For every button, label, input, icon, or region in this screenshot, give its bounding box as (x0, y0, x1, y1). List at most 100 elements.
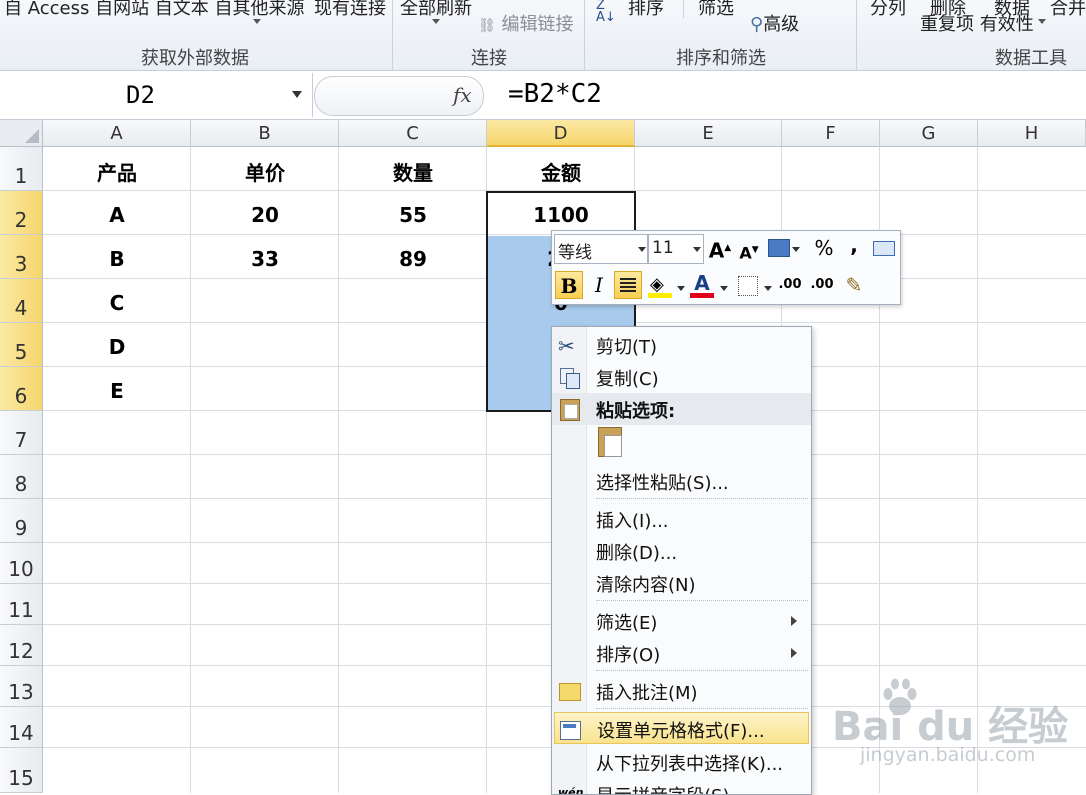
column-header-e[interactable]: E (635, 120, 782, 147)
cell-d1[interactable]: 金额 (487, 157, 635, 186)
row-header-1[interactable]: 1 (0, 147, 43, 191)
formula-input[interactable]: =B2*C2 (508, 79, 602, 109)
comma-style-button[interactable]: , (840, 231, 868, 259)
row-header-8[interactable]: 8 (0, 455, 43, 499)
fill-color-button[interactable]: ◈ (646, 271, 674, 299)
cell-c2[interactable]: 55 (339, 203, 487, 227)
borders-button[interactable] (734, 271, 762, 299)
cell-b1[interactable]: 单价 (191, 157, 339, 186)
sources-dropdown-icon[interactable] (253, 19, 261, 24)
refresh-dropdown-icon[interactable] (432, 19, 440, 24)
menu-item-cut[interactable]: ✂ 剪切(T) (552, 329, 811, 361)
column-header-h[interactable]: H (978, 120, 1086, 147)
column-header-c[interactable]: C (339, 120, 487, 147)
font-size-dropdown[interactable]: 11 (648, 234, 704, 264)
menu-item-clear-contents[interactable]: 清除内容(N) (552, 567, 811, 599)
sort-az-icon[interactable]: Z A↓ (596, 0, 616, 24)
font-color-icon: A (694, 271, 710, 295)
cell-a3[interactable]: B (43, 247, 191, 271)
font-color-dropdown-icon[interactable] (720, 286, 728, 291)
menu-item-filter[interactable]: 筛选(E) (552, 605, 811, 637)
grow-font-button[interactable]: A▲ (706, 234, 734, 263)
cell-a6[interactable]: E (43, 379, 191, 403)
row-header-6[interactable]: 6 (0, 367, 43, 411)
shrink-font-button[interactable]: A▼ (735, 236, 763, 264)
row-header-15[interactable]: 15 (0, 748, 43, 793)
menu-item-pick-from-list[interactable]: 从下拉列表中选择(K)... (552, 746, 811, 778)
column-header-g[interactable]: G (880, 120, 978, 147)
format-painter-button[interactable]: ✎ (840, 271, 868, 299)
cell-c1[interactable]: 数量 (339, 157, 487, 186)
refresh-all-button[interactable]: 全部刷新 (400, 0, 472, 20)
cell-a5[interactable]: D (43, 335, 191, 359)
menu-item-paste-special[interactable]: 选择性粘贴(S)... (552, 465, 811, 497)
filter-button[interactable]: 筛选 (698, 0, 734, 20)
duplicates-validity-buttons[interactable]: 重复项 有效性 (920, 10, 1034, 36)
advanced-filter-button[interactable]: ⚲高级 (750, 10, 799, 36)
paintbrush-icon: ✎ (845, 273, 863, 297)
merge-center-button[interactable] (870, 234, 898, 262)
menu-item-label: 选择性粘贴(S)... (596, 473, 729, 494)
column-header-a[interactable]: A (43, 120, 191, 147)
cell-a2[interactable]: A (43, 203, 191, 227)
format-cells-icon (559, 718, 581, 740)
menu-separator (596, 708, 808, 710)
borders-dropdown-icon[interactable] (764, 286, 772, 291)
menu-item-sort[interactable]: 排序(O) (552, 637, 811, 669)
select-all-corner[interactable] (0, 120, 43, 147)
font-name-dropdown[interactable]: 等线 (554, 234, 648, 264)
row-header-7[interactable]: 7 (0, 411, 43, 455)
fill-dropdown-icon[interactable] (677, 286, 685, 291)
accounting-format-button[interactable] (766, 234, 790, 262)
edit-links-button[interactable]: ⛓ 编辑链接 (478, 10, 574, 36)
row-header-4[interactable]: 4 (0, 279, 43, 323)
context-menu: ✂ 剪切(T) 复制(C) 粘贴选项: 选择性粘贴(S)... 插入(I)...… (551, 326, 812, 795)
row-number: 6 (14, 384, 28, 408)
cell-a1[interactable]: 产品 (43, 157, 191, 186)
sort-button[interactable]: 排序 (628, 0, 664, 20)
row-header-3[interactable]: 3 (0, 235, 43, 279)
italic-button[interactable]: I (585, 271, 613, 299)
align-center-icon (620, 278, 636, 292)
cell-c3[interactable]: 89 (339, 247, 487, 271)
percent-style-button[interactable]: % (810, 234, 838, 262)
column-header-d[interactable]: D (487, 120, 635, 147)
row-header-11[interactable]: 11 (0, 584, 43, 625)
text-to-columns-button[interactable]: 分列 (870, 0, 906, 20)
cell-b2[interactable]: 20 (191, 203, 339, 227)
paste-button[interactable] (596, 427, 624, 459)
row-header-9[interactable]: 9 (0, 499, 43, 543)
menu-item-label: 插入(I)... (596, 511, 669, 532)
column-header-b[interactable]: B (191, 120, 339, 147)
existing-connections-button[interactable]: 现有连接 (314, 0, 386, 20)
name-box-dropdown-icon[interactable] (292, 91, 302, 98)
row-header-14[interactable]: 14 (0, 707, 43, 748)
bold-button[interactable]: B (555, 271, 583, 299)
menu-item-delete[interactable]: 删除(D)... (552, 535, 811, 567)
row-header-13[interactable]: 13 (0, 666, 43, 707)
row-header-5[interactable]: 5 (0, 323, 43, 367)
menu-item-copy[interactable]: 复制(C) (552, 361, 811, 393)
row-header-12[interactable]: 12 (0, 625, 43, 666)
merge-button[interactable]: 合并 (1050, 0, 1086, 20)
row-number: 3 (14, 252, 28, 276)
font-color-button[interactable]: A (688, 269, 716, 298)
column-header-f[interactable]: F (782, 120, 880, 147)
cell-a4[interactable]: C (43, 291, 191, 315)
validity-dropdown-icon[interactable] (1038, 19, 1046, 24)
insert-function-icon[interactable]: fx (453, 83, 472, 107)
row-header-10[interactable]: 10 (0, 543, 43, 584)
cell-b3[interactable]: 33 (191, 247, 339, 271)
name-box[interactable]: D2 (0, 73, 313, 117)
accounting-dropdown-icon[interactable] (792, 247, 800, 252)
row-header-2[interactable]: 2 (0, 191, 43, 235)
gridline-vertical (190, 147, 191, 793)
increase-decimal-button[interactable]: .00 (776, 271, 804, 299)
external-sources-buttons[interactable]: 自 Access 自网站 自文本 自其他来源 (4, 0, 305, 20)
menu-item-phonetic-field[interactable]: wén 显示拼音字段(S) (552, 778, 811, 794)
decrease-decimal-button[interactable]: .00 (808, 271, 836, 299)
menu-item-insert-comment[interactable]: 插入批注(M) (552, 675, 811, 707)
align-center-button[interactable] (614, 271, 642, 299)
menu-item-insert[interactable]: 插入(I)... (552, 503, 811, 535)
menu-item-format-cells[interactable]: 设置单元格格式(F)... (554, 712, 809, 744)
